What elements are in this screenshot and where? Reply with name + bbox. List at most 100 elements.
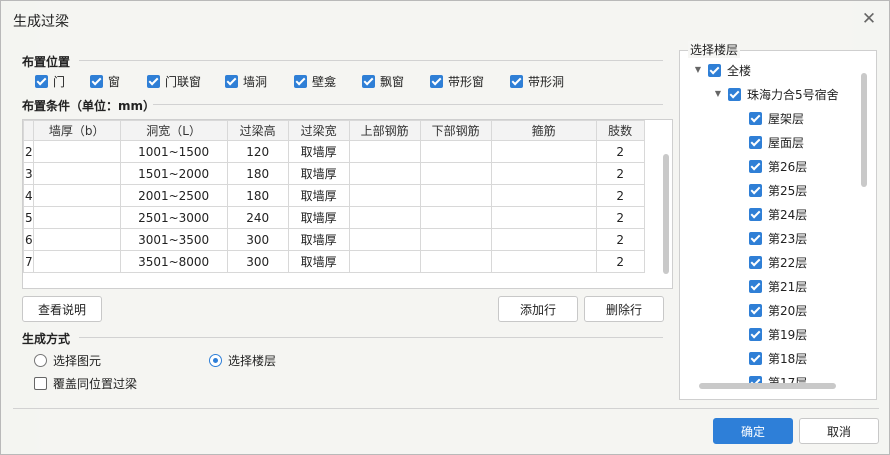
cell-opening-width[interactable]: 1501~2000 — [119, 162, 228, 185]
cell-stirrup[interactable] — [490, 206, 597, 229]
cell-wall-thickness[interactable] — [32, 206, 121, 229]
placement-checkbox-door-window[interactable]: 门联窗 — [147, 73, 201, 89]
cell-lintel-height[interactable]: 120 — [226, 140, 289, 163]
cell-top-rebar[interactable] — [348, 140, 421, 163]
table-row[interactable]: 3 1501~2000 180 取墙厚 2 — [23, 162, 645, 185]
cell-wall-thickness[interactable] — [32, 140, 121, 163]
checkbox-icon[interactable] — [749, 327, 762, 341]
checkbox-icon[interactable] — [362, 74, 375, 88]
table-row[interactable]: 4 2001~2500 180 取墙厚 2 — [23, 184, 645, 207]
delete-row-button[interactable]: 删除行 — [584, 296, 664, 322]
column-header-top-rebar[interactable]: 上部钢筋 — [348, 120, 421, 141]
checkbox-icon[interactable] — [749, 303, 762, 317]
ok-button[interactable]: 确定 — [713, 418, 793, 444]
cell-bottom-rebar[interactable] — [419, 184, 492, 207]
checkbox-icon[interactable] — [749, 111, 762, 125]
table-row[interactable]: 2 1001~1500 120 取墙厚 2 — [23, 140, 645, 163]
cell-legs[interactable]: 2 — [595, 206, 645, 229]
floor-vertical-scrollbar[interactable] — [861, 73, 867, 187]
checkbox-icon[interactable] — [510, 74, 523, 88]
cell-wall-thickness[interactable] — [32, 228, 121, 251]
checkbox-icon[interactable] — [749, 183, 762, 197]
checkbox-icon[interactable] — [225, 74, 238, 88]
cell-top-rebar[interactable] — [348, 162, 421, 185]
cell-lintel-width[interactable]: 取墙厚 — [287, 184, 350, 207]
placement-checkbox-wall-opening[interactable]: 墙洞 — [225, 73, 267, 89]
cell-top-rebar[interactable] — [348, 250, 421, 273]
cell-opening-width[interactable]: 2001~2500 — [119, 184, 228, 207]
checkbox-icon[interactable] — [147, 74, 160, 88]
cell-bottom-rebar[interactable] — [419, 140, 492, 163]
checkbox-icon[interactable] — [294, 74, 307, 88]
overwrite-same-position-checkbox[interactable]: 覆盖同位置过梁 — [34, 375, 137, 392]
expand-triangle-icon[interactable]: ▼ — [714, 90, 722, 98]
cell-bottom-rebar[interactable] — [419, 206, 492, 229]
checkbox-icon[interactable] — [35, 74, 48, 88]
placement-checkbox-bay-window[interactable]: 飘窗 — [362, 73, 404, 89]
cell-top-rebar[interactable] — [348, 206, 421, 229]
table-row[interactable]: 5 2501~3000 240 取墙厚 2 — [23, 206, 645, 229]
cell-legs[interactable]: 2 — [595, 184, 645, 207]
checkbox-icon[interactable] — [430, 74, 443, 88]
tree-item-whole-building[interactable]: ▼ 全楼 — [694, 61, 751, 79]
cell-legs[interactable]: 2 — [595, 228, 645, 251]
cancel-button[interactable]: 取消 — [799, 418, 879, 444]
checkbox-icon[interactable] — [749, 207, 762, 221]
cell-opening-width[interactable]: 3501~8000 — [119, 250, 228, 273]
placement-checkbox-strip-window[interactable]: 带形窗 — [430, 73, 484, 89]
add-row-button[interactable]: 添加行 — [498, 296, 578, 322]
expand-triangle-icon[interactable]: ▼ — [694, 66, 702, 74]
cell-legs[interactable]: 2 — [595, 162, 645, 185]
cell-opening-width[interactable]: 1001~1500 — [119, 140, 228, 163]
cell-lintel-height[interactable]: 240 — [226, 206, 289, 229]
cell-wall-thickness[interactable] — [32, 184, 121, 207]
tree-item-floor[interactable]: 屋面层 — [749, 133, 804, 151]
cell-stirrup[interactable] — [490, 140, 597, 163]
checkbox-icon[interactable] — [90, 74, 103, 88]
cell-lintel-height[interactable]: 300 — [226, 228, 289, 251]
radio-icon[interactable] — [209, 354, 222, 367]
tree-item-floor[interactable]: 第19层 — [749, 325, 807, 343]
checkbox-icon[interactable] — [728, 87, 741, 101]
column-header-lintel-height[interactable]: 过梁高 — [226, 120, 289, 141]
checkbox-icon[interactable] — [34, 377, 47, 390]
radio-select-element[interactable]: 选择图元 — [34, 352, 101, 369]
cell-top-rebar[interactable] — [348, 228, 421, 251]
column-header-bottom-rebar[interactable]: 下部钢筋 — [419, 120, 492, 141]
cell-bottom-rebar[interactable] — [419, 228, 492, 251]
tree-item-floor[interactable]: 第25层 — [749, 181, 807, 199]
radio-select-floor[interactable]: 选择楼层 — [209, 352, 276, 369]
checkbox-icon[interactable] — [749, 279, 762, 293]
cell-stirrup[interactable] — [490, 228, 597, 251]
cell-bottom-rebar[interactable] — [419, 162, 492, 185]
tree-item-floor[interactable]: 第22层 — [749, 253, 807, 271]
tree-item-floor[interactable]: 屋架层 — [749, 109, 804, 127]
tree-item-floor[interactable]: 第26层 — [749, 157, 807, 175]
tree-item-floor[interactable]: 第18层 — [749, 349, 807, 367]
placement-checkbox-door[interactable]: 门 — [35, 73, 65, 89]
tree-item-floor[interactable]: 第24层 — [749, 205, 807, 223]
column-header-stirrup[interactable]: 箍筋 — [490, 120, 597, 141]
checkbox-icon[interactable] — [749, 159, 762, 173]
checkbox-icon[interactable] — [708, 63, 721, 77]
floor-horizontal-scrollbar[interactable] — [699, 383, 836, 389]
table-vertical-scrollbar[interactable] — [663, 154, 669, 274]
radio-icon[interactable] — [34, 354, 47, 367]
checkbox-icon[interactable] — [749, 351, 762, 365]
table-row[interactable]: 7 3501~8000 300 取墙厚 2 — [23, 250, 645, 273]
table-row[interactable]: 6 3001~3500 300 取墙厚 2 — [23, 228, 645, 251]
view-help-button[interactable]: 查看说明 — [22, 296, 102, 322]
cell-lintel-height[interactable]: 300 — [226, 250, 289, 273]
column-header-lintel-width[interactable]: 过梁宽 — [287, 120, 350, 141]
tree-item-floor[interactable]: 第20层 — [749, 301, 807, 319]
cell-lintel-width[interactable]: 取墙厚 — [287, 140, 350, 163]
checkbox-icon[interactable] — [749, 135, 762, 149]
column-header-wall-thickness[interactable]: 墙厚（b） — [32, 120, 121, 141]
checkbox-icon[interactable] — [749, 255, 762, 269]
tree-item-building[interactable]: ▼ 珠海力合5号宿舍 — [714, 85, 839, 103]
placement-checkbox-window[interactable]: 窗 — [90, 73, 120, 89]
close-icon[interactable]: ✕ — [861, 11, 877, 28]
tree-item-floor[interactable]: 第23层 — [749, 229, 807, 247]
placement-checkbox-niche[interactable]: 壁龛 — [294, 73, 336, 89]
cell-top-rebar[interactable] — [348, 184, 421, 207]
